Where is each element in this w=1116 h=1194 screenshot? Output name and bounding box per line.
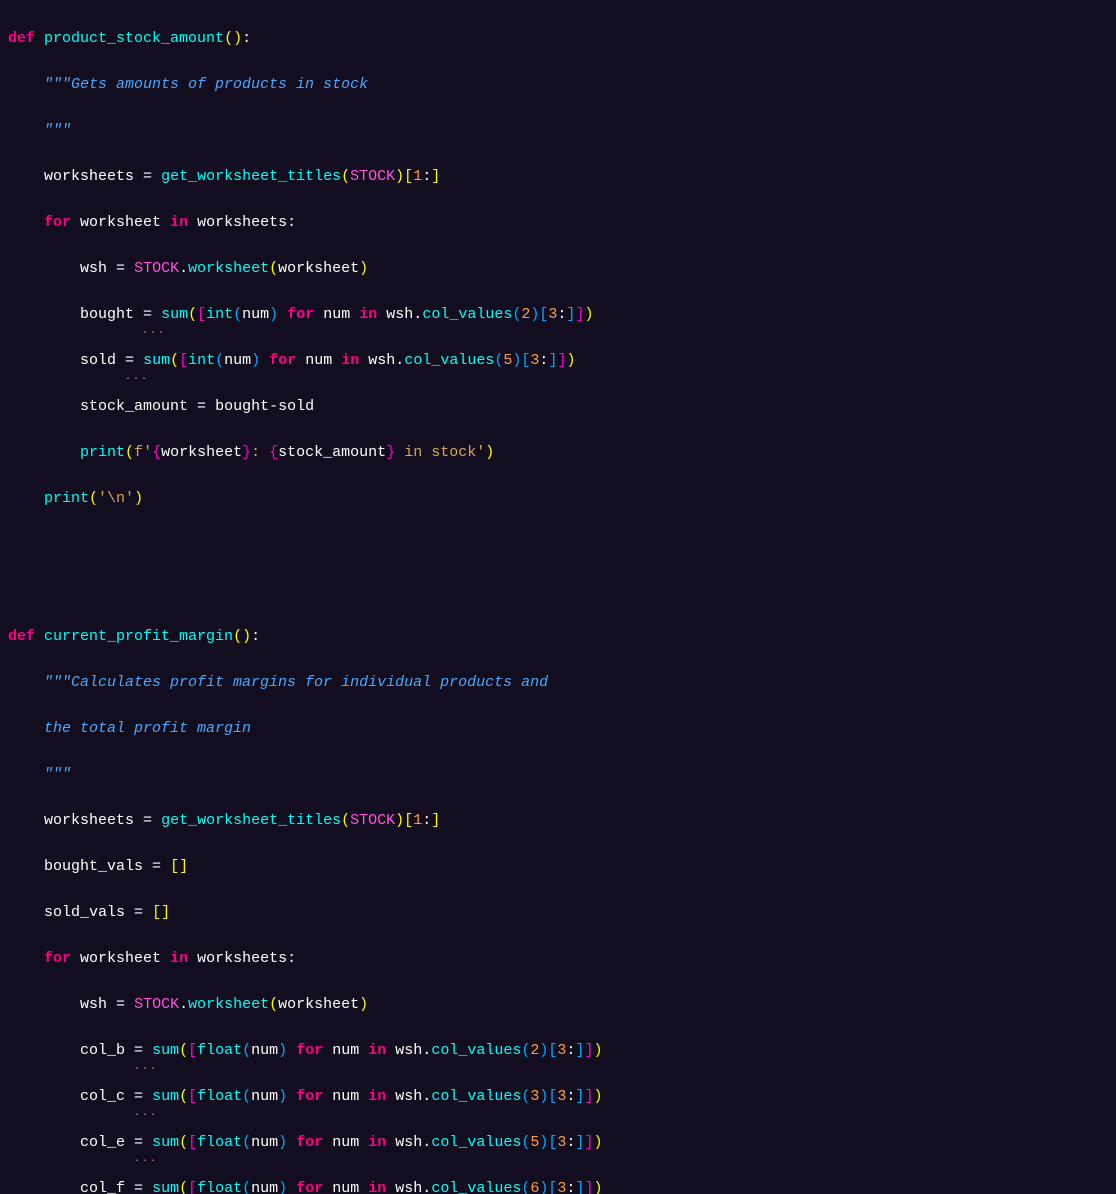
- keyword-in: in: [170, 950, 188, 967]
- variable: sold: [80, 352, 125, 369]
- constant: STOCK: [350, 168, 395, 185]
- code-line-21[interactable]: wsh = STOCK.worksheet(worksheet): [8, 993, 1116, 1016]
- builtin-print: print: [44, 490, 89, 507]
- code-line-6[interactable]: wsh = STOCK.worksheet(worksheet): [8, 257, 1116, 280]
- lint-hint-icon: ...: [142, 320, 166, 343]
- variable: wsh: [80, 260, 116, 277]
- code-line-11[interactable]: print('\n'): [8, 487, 1116, 510]
- keyword-for: for: [44, 950, 71, 967]
- builtin-print: print: [80, 444, 125, 461]
- keyword-def: def: [8, 628, 35, 645]
- variable: wsh: [80, 996, 116, 1013]
- code-line-25[interactable]: col_f = sum([float(num) for num in wsh.c…: [8, 1177, 1116, 1194]
- variable: col_b: [80, 1042, 134, 1059]
- paren-open: (: [224, 30, 233, 47]
- builtin-int: int: [206, 306, 233, 323]
- variable: worksheets: [44, 168, 143, 185]
- lint-hint-icon: ...: [134, 1102, 158, 1125]
- lint-hint-icon: ...: [134, 1056, 158, 1079]
- code-line-5[interactable]: for worksheet in worksheets:: [8, 211, 1116, 234]
- docstring: """: [44, 766, 71, 783]
- code-line-24[interactable]: col_e = sum([float(num) for num in wsh.c…: [8, 1131, 1116, 1154]
- code-line-16[interactable]: """: [8, 763, 1116, 786]
- code-line-blank[interactable]: [8, 579, 1116, 602]
- code-line-20[interactable]: for worksheet in worksheets:: [8, 947, 1116, 970]
- variable: col_c: [80, 1088, 134, 1105]
- code-line-19[interactable]: sold_vals = []: [8, 901, 1116, 924]
- code-editor[interactable]: def product_stock_amount(): """Gets amou…: [0, 4, 1116, 1194]
- variable: sold_vals: [44, 904, 134, 921]
- variable: worksheets: [44, 812, 143, 829]
- lint-hint-icon: ...: [125, 366, 149, 389]
- code-line-blank[interactable]: [8, 533, 1116, 556]
- code-line-22[interactable]: col_b = sum([float(num) for num in wsh.c…: [8, 1039, 1116, 1062]
- code-line-2[interactable]: """Gets amounts of products in stock: [8, 73, 1116, 96]
- variable: col_e: [80, 1134, 134, 1151]
- lint-hint-icon: ...: [134, 1148, 158, 1171]
- keyword-in: in: [170, 214, 188, 231]
- builtin-float: float: [197, 1042, 242, 1059]
- number-literal: 1: [413, 168, 422, 185]
- code-line-3[interactable]: """: [8, 119, 1116, 142]
- constant: STOCK: [134, 996, 179, 1013]
- function-name: product_stock_amount: [44, 30, 224, 47]
- paren-close: ): [233, 30, 242, 47]
- code-line-7[interactable]: bought = sum([int(num) for num in wsh.co…: [8, 303, 1116, 326]
- code-line-17[interactable]: worksheets = get_worksheet_titles(STOCK)…: [8, 809, 1116, 832]
- variable: bought: [80, 306, 143, 323]
- docstring: """Calculates profit margins for individ…: [44, 674, 548, 691]
- docstring: """: [44, 122, 71, 139]
- keyword-def: def: [8, 30, 35, 47]
- constant: STOCK: [350, 812, 395, 829]
- method-call: worksheet: [188, 260, 269, 277]
- code-line-15[interactable]: the total profit margin: [8, 717, 1116, 740]
- docstring: """Gets amounts of products in stock: [44, 76, 368, 93]
- code-line-23[interactable]: col_c = sum([float(num) for num in wsh.c…: [8, 1085, 1116, 1108]
- code-line-10[interactable]: print(f'{worksheet}: {stock_amount} in s…: [8, 441, 1116, 464]
- code-line-9[interactable]: stock_amount = bought-sold: [8, 395, 1116, 418]
- code-line-18[interactable]: bought_vals = []: [8, 855, 1116, 878]
- code-line-4[interactable]: worksheets = get_worksheet_titles(STOCK)…: [8, 165, 1116, 188]
- variable: col_f: [80, 1180, 134, 1194]
- function-call: get_worksheet_titles: [161, 168, 341, 185]
- code-line-14[interactable]: """Calculates profit margins for individ…: [8, 671, 1116, 694]
- keyword-for: for: [44, 214, 71, 231]
- docstring: the total profit margin: [44, 720, 251, 737]
- variable: stock_amount: [80, 398, 197, 415]
- string-literal: '\n': [98, 490, 134, 507]
- code-line-1[interactable]: def product_stock_amount():: [8, 27, 1116, 50]
- constant: STOCK: [134, 260, 179, 277]
- variable: bought_vals: [44, 858, 152, 875]
- function-name: current_profit_margin: [44, 628, 233, 645]
- code-line-13[interactable]: def current_profit_margin():: [8, 625, 1116, 648]
- code-line-8[interactable]: sold = sum([int(num) for num in wsh.col_…: [8, 349, 1116, 372]
